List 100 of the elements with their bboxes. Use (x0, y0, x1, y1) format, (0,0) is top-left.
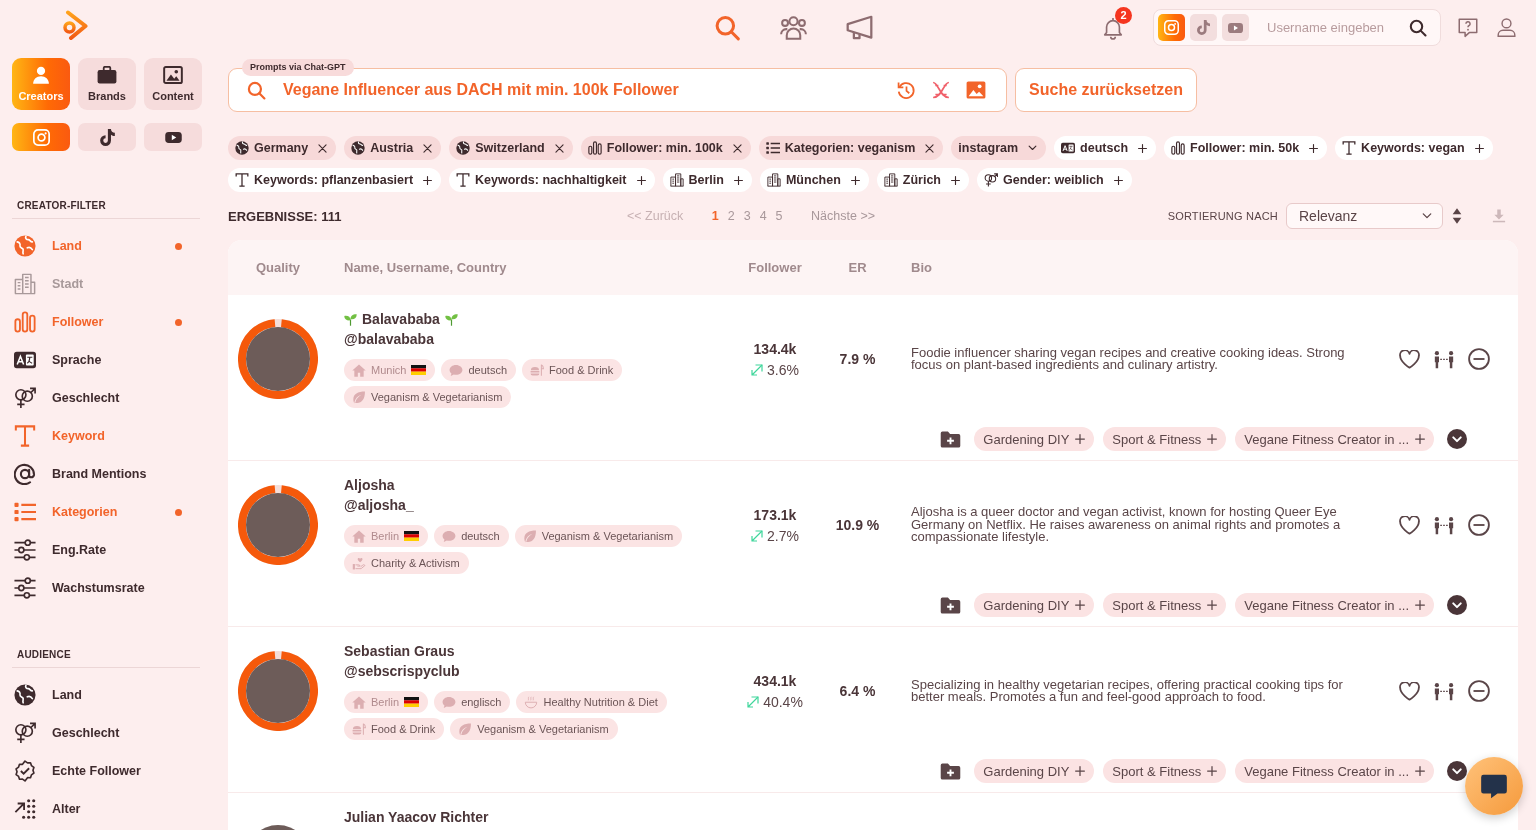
chevron-circle-icon[interactable] (1447, 595, 1467, 615)
list-chip[interactable]: Vegane Fitness Creator in ... (1235, 427, 1434, 451)
filter-chip[interactable]: Germany (228, 136, 337, 160)
mode-tab[interactable]: Content (144, 58, 202, 110)
platform-tab[interactable] (144, 123, 202, 151)
filter-chip[interactable]: deutsch (1054, 136, 1157, 160)
filter-chip[interactable]: Switzerland (449, 136, 573, 160)
list-icon (765, 141, 780, 155)
bar-chart-icon (14, 311, 36, 333)
list-chip[interactable]: Sport & Fitness (1103, 759, 1227, 783)
two-persons-icon[interactable] (1434, 349, 1454, 369)
minus-circle-icon[interactable] (1468, 680, 1490, 702)
two-persons-icon[interactable] (1434, 515, 1454, 535)
filter-menu-item[interactable]: Echte Follower (12, 752, 200, 790)
bar-chart-icon (1171, 141, 1186, 155)
close-icon (423, 143, 433, 153)
search-icon[interactable] (1409, 18, 1427, 37)
platform-toggle[interactable] (1222, 14, 1249, 41)
house-icon (352, 695, 366, 709)
trend-arrow-icon (751, 363, 764, 376)
plus-icon (1415, 434, 1425, 444)
close-icon (925, 143, 935, 153)
creator-username[interactable]: @aljosha_ (344, 495, 730, 515)
leaf-icon (352, 390, 366, 404)
filter-menu-item[interactable]: Brand Mentions (12, 455, 200, 493)
briefcase-icon (97, 66, 117, 84)
chat-bubble-icon (1480, 773, 1508, 799)
filter-chip[interactable]: Zürich (876, 168, 969, 192)
growth-rate: 40.4% (763, 693, 803, 710)
creator-name[interactable]: Aljosha (344, 477, 395, 493)
platform-toggle[interactable] (1158, 14, 1185, 41)
creator-username[interactable]: @sebscrispyclub (344, 661, 730, 681)
two-persons-icon[interactable] (1434, 681, 1454, 701)
city-label: Berlin (371, 696, 400, 708)
people-icon[interactable] (780, 14, 807, 41)
burger-icon (530, 363, 544, 377)
list-chip[interactable]: Sport & Fitness (1103, 593, 1227, 617)
filter-menu-item[interactable]: Wachstumsrate (12, 569, 200, 607)
username-input[interactable]: Username eingeben (1265, 16, 1404, 39)
chevron-circle-icon[interactable] (1447, 429, 1467, 449)
sort-order-icon[interactable] (1452, 208, 1462, 224)
filter-chip[interactable]: Berlin (662, 168, 752, 192)
filter-menu-item[interactable]: Eng.Rate (12, 531, 200, 569)
flag-icon (404, 697, 420, 707)
chevron-circle-icon[interactable] (1447, 761, 1467, 781)
section-heading: AUDIENCE (17, 649, 71, 660)
creator-username[interactable]: @balavababa (344, 329, 730, 349)
folder-plus-icon[interactable] (940, 762, 962, 780)
folder-plus-icon[interactable] (940, 596, 962, 614)
username-search-bar[interactable]: Username eingeben (1153, 9, 1441, 46)
list-chip[interactable]: Gardening DIY (974, 759, 1095, 783)
plus-icon (951, 175, 960, 185)
image-icon[interactable] (966, 81, 986, 99)
list-chip[interactable]: Gardening DIY (974, 427, 1095, 451)
language-label: deutsch (468, 364, 507, 376)
leaf-icon (522, 529, 537, 543)
minus-circle-icon[interactable] (1468, 514, 1490, 536)
arrow-dots-icon (14, 798, 36, 820)
platform-tab[interactable] (78, 123, 136, 151)
globe-icon (456, 141, 471, 155)
filter-chip[interactable]: Kategorien: veganism (758, 136, 944, 160)
history-icon[interactable] (897, 80, 916, 100)
minus-circle-icon[interactable] (1468, 348, 1490, 370)
platform-toggle[interactable] (1190, 14, 1217, 41)
folder-plus-icon[interactable] (940, 430, 962, 448)
filter-chip[interactable]: Keywords: pflanzenbasiert (228, 168, 442, 192)
filter-menu-item[interactable]: Geschlecht (12, 714, 200, 752)
filter-chip[interactable]: Gender: weiblich (977, 168, 1132, 192)
filter-chip[interactable]: Follower: min. 50k (1164, 136, 1328, 160)
creator-name[interactable]: Julian Yaacov Richter (344, 809, 489, 825)
plus-icon (1075, 766, 1086, 776)
help-icon[interactable] (1458, 17, 1478, 38)
heart-icon[interactable] (1399, 349, 1420, 369)
plus-icon (1415, 766, 1425, 776)
sort-select[interactable]: Relevanz (1286, 203, 1443, 229)
camera-icon (32, 128, 50, 146)
filter-menu-item[interactable]: Sprache (12, 341, 200, 379)
filter-chip[interactable]: Austria (344, 136, 442, 160)
creator-name[interactable]: Sebastian Graus (344, 643, 455, 659)
list-chip[interactable]: Vegane Fitness Creator in ... (1235, 759, 1434, 783)
filter-chip[interactable]: Follower: min. 100k (580, 136, 751, 160)
bar-chart-icon (587, 141, 602, 155)
heart-icon[interactable] (1399, 515, 1420, 535)
user-icon[interactable] (1497, 18, 1516, 37)
mode-tab[interactable]: Brands (78, 58, 136, 110)
engagement-rate: 6.4 % (839, 683, 876, 699)
filter-chip[interactable]: München (759, 168, 869, 192)
filter-menu-item[interactable]: Land (12, 676, 200, 714)
megaphone-icon[interactable] (846, 14, 873, 41)
filter-menu-item[interactable]: Geschlecht (12, 379, 200, 417)
filter-chip[interactable]: instagram (951, 136, 1047, 160)
creator-name[interactable]: Balavababa (362, 311, 440, 327)
filter-chip[interactable]: Keywords: vegan (1335, 136, 1493, 160)
filter-chip[interactable]: Keywords: nachhaltigkeit (449, 168, 655, 192)
heart-icon[interactable] (1399, 681, 1420, 701)
list-chip[interactable]: Gardening DIY (974, 593, 1095, 617)
list-chip[interactable]: Sport & Fitness (1103, 427, 1227, 451)
helix-icon[interactable] (931, 81, 951, 99)
list-chip[interactable]: Vegane Fitness Creator in ... (1235, 593, 1434, 617)
filter-menu-item[interactable]: Alter (12, 790, 200, 828)
